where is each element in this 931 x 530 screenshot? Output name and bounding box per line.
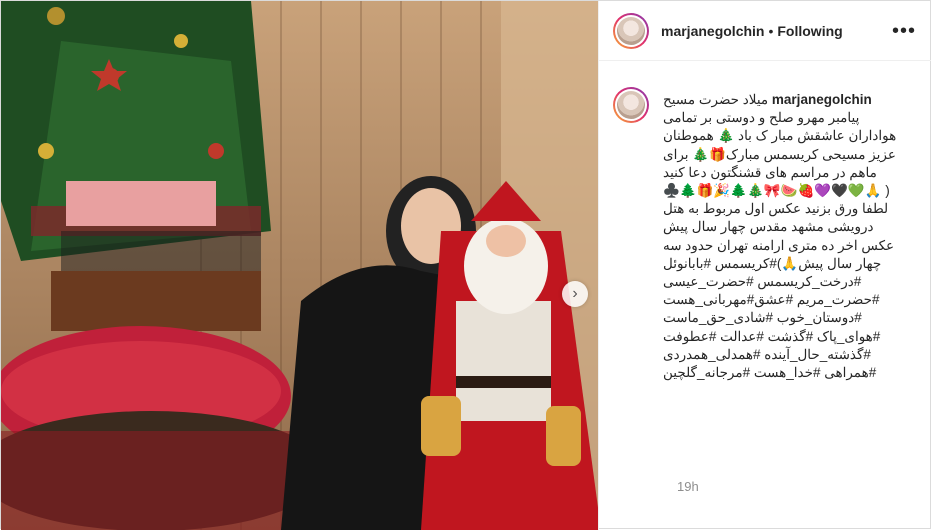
next-photo-button[interactable]: › (562, 281, 588, 307)
christmas-photo (1, 1, 598, 530)
profile-picture (617, 16, 645, 45)
caption-body: میلاد حضرت مسیح پیامبر مهرو صلح و دوستی … (663, 92, 897, 381)
profile-picture (617, 91, 645, 119)
header-username[interactable]: marjanegolchin (661, 23, 764, 39)
post-timestamp[interactable]: 19h (677, 479, 699, 494)
instagram-post: › marjanegolchin • Following ••• marjane… (0, 0, 931, 530)
separator-dot: • (768, 22, 774, 39)
caption-avatar[interactable] (613, 87, 649, 123)
more-options-icon[interactable]: ••• (892, 21, 916, 41)
caption-username[interactable]: marjanegolchin (772, 92, 872, 107)
avatar[interactable] (613, 12, 649, 49)
post-header: marjanegolchin • Following ••• (599, 1, 931, 61)
post-sidebar: marjanegolchin • Following ••• marjanego… (598, 1, 931, 530)
post-photo[interactable]: › (1, 1, 598, 530)
chevron-right-icon: › (572, 285, 578, 302)
caption-text: marjanegolchin میلاد حضرت مسیح پیامبر مه… (663, 91, 915, 382)
following-button[interactable]: Following (777, 23, 842, 39)
